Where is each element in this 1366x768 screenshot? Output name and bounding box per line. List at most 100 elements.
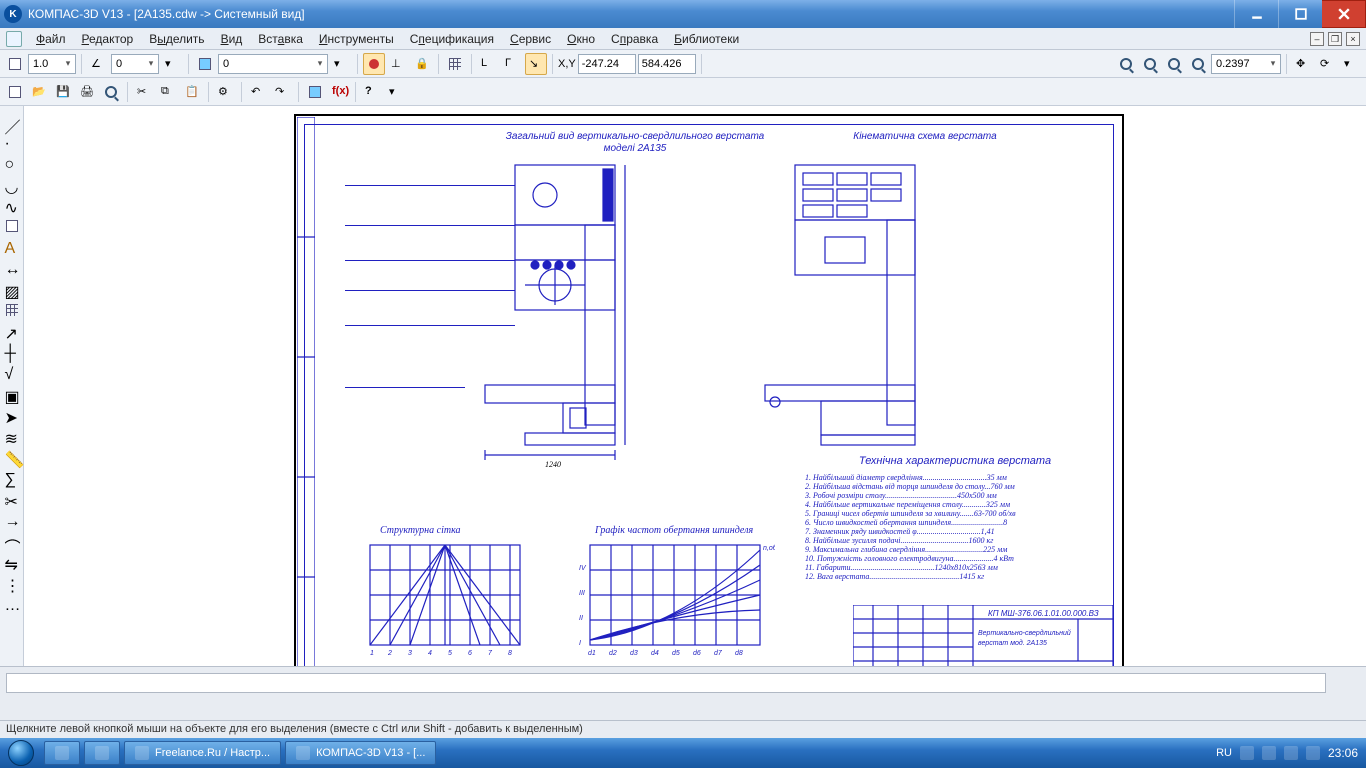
coords-gcs-button[interactable]: Г bbox=[501, 53, 523, 75]
mdi-restore-button[interactable]: ❐ bbox=[1328, 32, 1342, 46]
magnet-snap-button[interactable] bbox=[363, 53, 385, 75]
layer-more-button[interactable]: ▾ bbox=[330, 53, 352, 75]
layers-icon[interactable] bbox=[194, 53, 216, 75]
coord-y-field[interactable]: 584.426 bbox=[638, 54, 696, 74]
help-more-button[interactable]: ▾ bbox=[385, 81, 407, 103]
menu-service[interactable]: Сервис bbox=[502, 30, 559, 48]
menu-select[interactable]: Выделить bbox=[141, 30, 212, 48]
coords-dyn-button[interactable]: ↘ bbox=[525, 53, 547, 75]
techchar-list: 1. Найбільший діаметр свердління........… bbox=[805, 473, 1105, 581]
edit-trim-tool[interactable]: ✂ bbox=[2, 489, 22, 509]
taskbar-ie[interactable] bbox=[44, 741, 80, 765]
window-maximize-button[interactable] bbox=[1278, 0, 1322, 28]
coord-x-field[interactable]: -247.24 bbox=[578, 54, 636, 74]
base-tool[interactable]: ▣ bbox=[2, 384, 22, 404]
help-button[interactable]: ? bbox=[361, 81, 383, 103]
redraw-button[interactable]: ⟳ bbox=[1316, 53, 1338, 75]
open-button[interactable]: 📂 bbox=[28, 81, 50, 103]
menu-view[interactable]: Вид bbox=[213, 30, 251, 48]
save-button[interactable]: 💾 bbox=[52, 81, 74, 103]
menu-file[interactable]: Файл bbox=[28, 30, 74, 48]
parametric-tool[interactable]: ∑ bbox=[2, 468, 22, 488]
menu-insert[interactable]: Вставка bbox=[250, 30, 311, 48]
leader-tool[interactable]: ↗ bbox=[2, 321, 22, 341]
preview-button[interactable] bbox=[100, 81, 122, 103]
menu-help[interactable]: Справка bbox=[603, 30, 666, 48]
measure-tool[interactable]: 📏 bbox=[2, 447, 22, 467]
layer-combo[interactable]: 0▾ bbox=[218, 54, 328, 74]
svg-text:d6: d6 bbox=[693, 650, 701, 657]
break-tool[interactable]: ≋ bbox=[2, 426, 22, 446]
view-arrow-tool[interactable]: ➤ bbox=[2, 405, 22, 425]
tray-icon[interactable] bbox=[1262, 746, 1276, 760]
step-combo[interactable]: 1.0▾ bbox=[28, 54, 76, 74]
angle-more-button[interactable]: ▾ bbox=[161, 53, 183, 75]
language-indicator[interactable]: RU bbox=[1216, 747, 1232, 759]
lib-manager-button[interactable] bbox=[304, 81, 326, 103]
drawing-canvas[interactable]: Загальний вид вертикально-свердлильного … bbox=[24, 106, 1366, 666]
zoom-prev-button[interactable] bbox=[1163, 53, 1185, 75]
menu-window[interactable]: Окно bbox=[559, 30, 603, 48]
text-tool[interactable]: A bbox=[2, 237, 22, 257]
menu-tools[interactable]: Инструменты bbox=[311, 30, 402, 48]
axis-tool[interactable]: ┼ bbox=[2, 342, 22, 362]
pan-button[interactable]: ✥ bbox=[1292, 53, 1314, 75]
tray-icon[interactable] bbox=[1240, 746, 1254, 760]
angle-icon[interactable]: ∠ bbox=[87, 53, 109, 75]
zoom-in-button[interactable] bbox=[1115, 53, 1137, 75]
taskbar-item-label: Freelance.Ru / Настр... bbox=[155, 747, 270, 759]
svg-text:7: 7 bbox=[488, 650, 493, 657]
window-minimize-button[interactable] bbox=[1234, 0, 1278, 28]
variables-button[interactable]: f(x) bbox=[328, 81, 350, 103]
geom-rect-tool[interactable] bbox=[2, 216, 22, 236]
print-button[interactable]: 🖨 bbox=[76, 81, 98, 103]
mdi-close-button[interactable]: × bbox=[1346, 32, 1360, 46]
view-more-button[interactable]: ▾ bbox=[1340, 53, 1362, 75]
properties-button[interactable]: ⚙ bbox=[214, 81, 236, 103]
geom-spline-tool[interactable]: ∿ bbox=[2, 195, 22, 215]
taskbar-item-freelance[interactable]: Freelance.Ru / Настр... bbox=[124, 741, 281, 765]
drawing-sheet: Загальний вид вертикально-свердлильного … bbox=[294, 114, 1124, 666]
edit-array-tool[interactable]: ⋮⋮ bbox=[2, 573, 22, 593]
structural-grid: 12345678 bbox=[360, 540, 530, 660]
tray-clock[interactable]: 23:06 bbox=[1328, 746, 1358, 760]
window-close-button[interactable] bbox=[1322, 0, 1366, 28]
coords-lcs-button[interactable]: L bbox=[477, 53, 499, 75]
menu-libraries[interactable]: Библиотеки bbox=[666, 30, 747, 48]
edit-extend-tool[interactable]: → bbox=[2, 510, 22, 530]
start-button[interactable] bbox=[0, 738, 42, 768]
grid-toggle-button[interactable] bbox=[444, 53, 466, 75]
paste-button[interactable]: 📋 bbox=[181, 81, 203, 103]
undo-button[interactable]: ↶ bbox=[247, 81, 269, 103]
cut-button[interactable]: ✂ bbox=[133, 81, 155, 103]
menu-editor[interactable]: Редактор bbox=[74, 30, 142, 48]
svg-text:d4: d4 bbox=[651, 650, 659, 657]
menu-spec[interactable]: Спецификация bbox=[402, 30, 502, 48]
orth-button[interactable]: ⊥ bbox=[387, 53, 409, 75]
table-tool[interactable] bbox=[2, 300, 22, 320]
zoom-combo[interactable]: 0.2397▾ bbox=[1211, 54, 1281, 74]
zoom-window-button[interactable] bbox=[1139, 53, 1161, 75]
redo-button[interactable]: ↷ bbox=[271, 81, 293, 103]
lock-a-button[interactable]: 🔒 bbox=[411, 53, 433, 75]
new-doc-button[interactable] bbox=[4, 81, 26, 103]
taskbar-item-kompas[interactable]: КОМПАС-3D V13 - [... bbox=[285, 741, 436, 765]
hatch-tool[interactable]: ▨ bbox=[2, 279, 22, 299]
edit-fillet-tool[interactable]: ⌒ bbox=[2, 531, 22, 551]
zoom-all-button[interactable] bbox=[1187, 53, 1209, 75]
volume-icon[interactable] bbox=[1306, 746, 1320, 760]
copy-button[interactable]: ⧉ bbox=[157, 81, 179, 103]
geom-line-tool[interactable]: ／ bbox=[2, 111, 22, 131]
network-icon[interactable] bbox=[1284, 746, 1298, 760]
command-input[interactable] bbox=[6, 673, 1326, 693]
roughness-tool[interactable]: √ bbox=[2, 363, 22, 383]
dimension-tool[interactable]: ↔ bbox=[2, 258, 22, 278]
snap-button[interactable] bbox=[4, 53, 26, 75]
angle-combo[interactable]: 0▾ bbox=[111, 54, 159, 74]
mdi-minimize-button[interactable]: – bbox=[1310, 32, 1324, 46]
taskbar-explorer[interactable] bbox=[84, 741, 120, 765]
svg-text:2: 2 bbox=[387, 650, 392, 657]
geom-circle-tool[interactable]: ○ bbox=[2, 153, 22, 173]
geom-arc-tool[interactable]: ◡ bbox=[2, 174, 22, 194]
more-tools[interactable]: … bbox=[2, 594, 22, 614]
